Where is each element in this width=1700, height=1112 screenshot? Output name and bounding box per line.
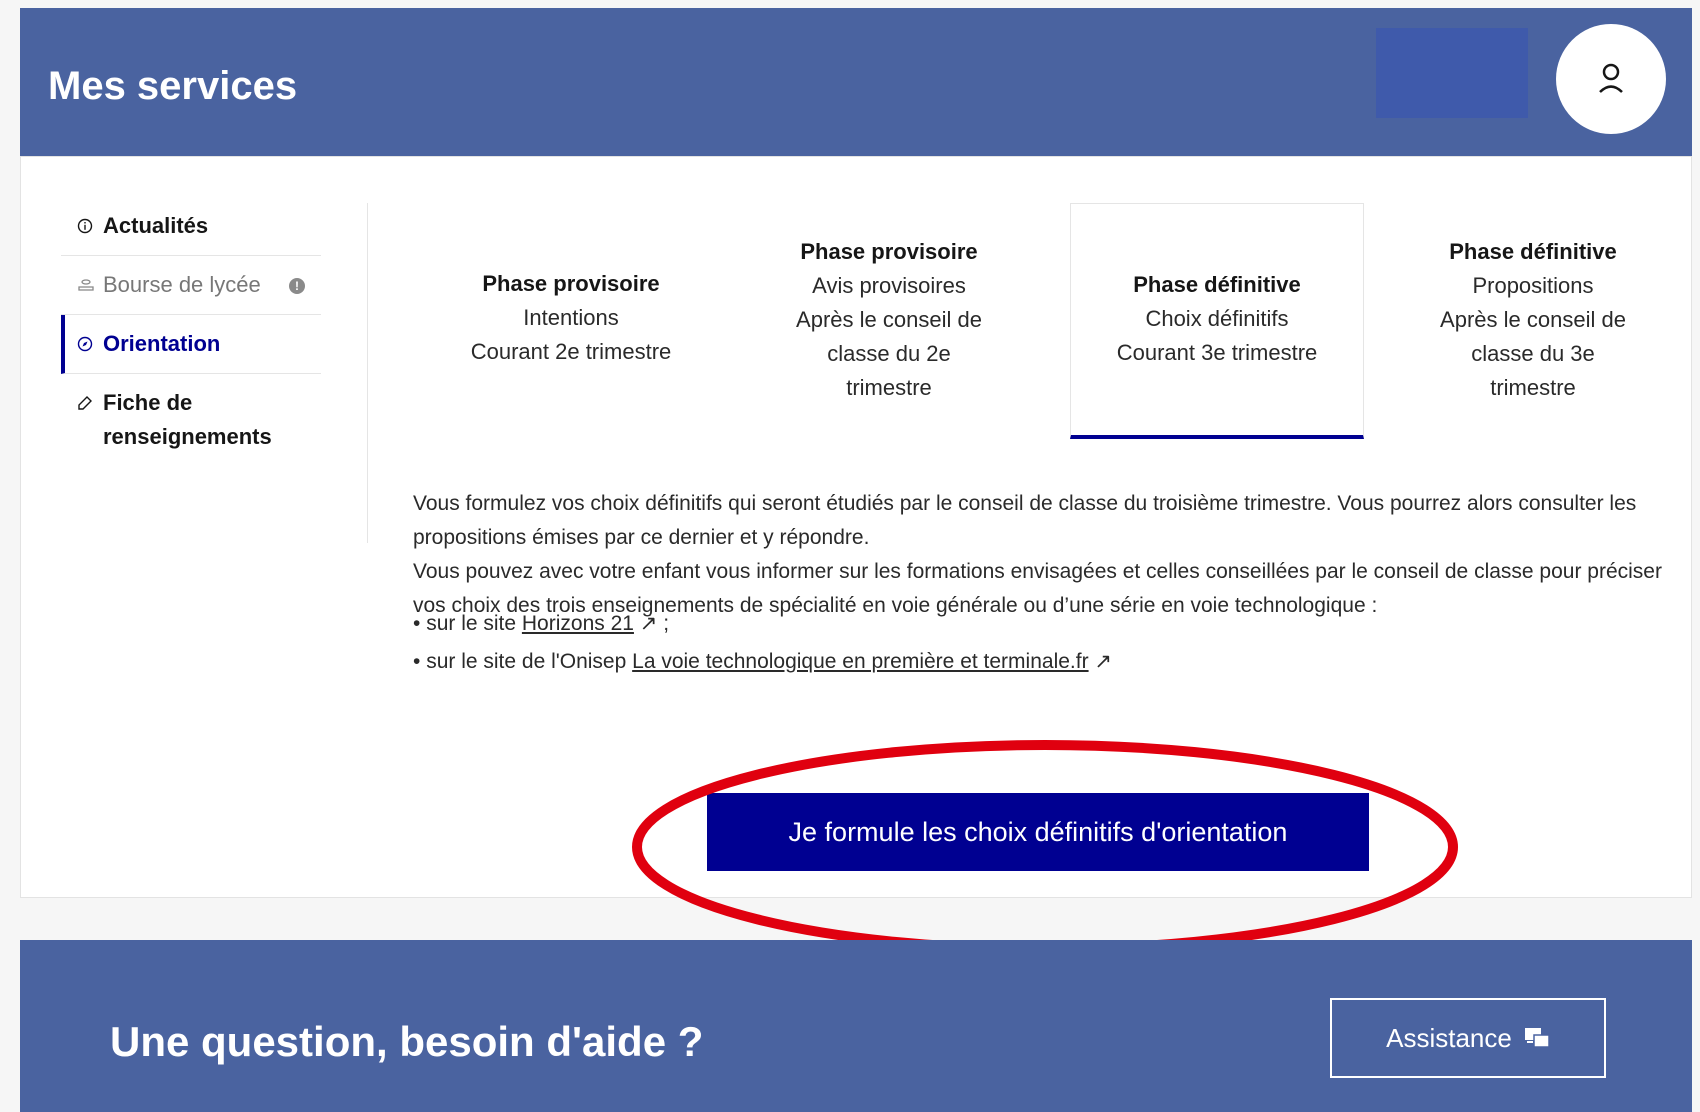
sidebar-item-label: Fiche de renseignements bbox=[103, 390, 272, 449]
sidebar-item-bourse[interactable]: Bourse de lycée ! bbox=[61, 256, 321, 315]
phase-tab-definitive-propositions[interactable]: Phase définitive Propositions Après le c… bbox=[1386, 203, 1680, 439]
assistance-label: Assistance bbox=[1386, 1022, 1512, 1053]
sidebar-nav: Actualités Bourse de lycée ! Orientation… bbox=[61, 197, 321, 466]
help-title: Une question, besoin d'aide ? bbox=[110, 1018, 704, 1065]
onisep-link[interactable]: La voie technologique en première et ter… bbox=[632, 650, 1088, 673]
link-suffix: ; bbox=[657, 612, 670, 635]
phase-line: classe du 2e bbox=[827, 341, 951, 366]
assistance-button[interactable]: Assistance bbox=[1330, 998, 1606, 1078]
sidebar-item-label: Bourse de lycée bbox=[103, 272, 261, 297]
sidebar-item-label: Orientation bbox=[103, 331, 221, 356]
phase-tab-provisoire-avis[interactable]: Phase provisoire Avis provisoires Après … bbox=[742, 203, 1036, 439]
resource-links: • sur le site Horizons 21 ↗ ; • sur le s… bbox=[413, 605, 1112, 681]
coins-icon bbox=[77, 268, 103, 293]
list-item: • sur le site Horizons 21 ↗ ; bbox=[413, 612, 670, 635]
info-circle-icon bbox=[77, 209, 103, 234]
phase-line: trimestre bbox=[1490, 375, 1576, 400]
phase-line: Après le conseil de bbox=[796, 307, 982, 332]
sidebar-divider bbox=[367, 203, 368, 543]
sidebar-item-actualites[interactable]: Actualités bbox=[61, 197, 321, 256]
user-icon bbox=[1599, 63, 1623, 93]
phase-tab-provisoire-intentions[interactable]: Phase provisoire Intentions Courant 2e t… bbox=[424, 203, 718, 439]
sidebar-item-label: Actualités bbox=[103, 213, 209, 238]
phase-line: Après le conseil de bbox=[1440, 307, 1626, 332]
formulate-choices-button[interactable]: Je formule les choix définitifs d'orient… bbox=[707, 793, 1369, 871]
phase-line: Propositions bbox=[1472, 273, 1594, 298]
phase-line: Avis provisoires bbox=[812, 273, 966, 298]
info-dot-icon[interactable]: ! bbox=[289, 278, 305, 294]
phase-line: classe du 3e bbox=[1471, 341, 1595, 366]
list-item: • sur le site de l'Onisep La voie techno… bbox=[413, 650, 1113, 673]
phase-tabs: Phase provisoire Intentions Courant 2e t… bbox=[424, 203, 1700, 439]
account-button[interactable] bbox=[1556, 24, 1666, 134]
compass-icon bbox=[77, 327, 103, 352]
sidebar-item-orientation[interactable]: Orientation bbox=[61, 315, 321, 374]
phase-line: trimestre bbox=[846, 375, 932, 400]
phase-line: Intentions bbox=[523, 305, 619, 330]
phase-tab-definitive-choix[interactable]: Phase définitive Choix définitifs Couran… bbox=[1070, 203, 1364, 439]
sidebar-item-fiche[interactable]: Fiche de renseignements bbox=[61, 374, 321, 466]
phase-title: Phase définitive bbox=[1449, 239, 1617, 264]
phase-line: Courant 2e trimestre bbox=[470, 339, 672, 364]
phase-line: Choix définitifs bbox=[1145, 306, 1289, 331]
orientation-card: Actualités Bourse de lycée ! Orientation… bbox=[20, 156, 1692, 954]
horizons21-link[interactable]: Horizons 21 bbox=[522, 612, 634, 635]
phase-title: Phase provisoire bbox=[482, 271, 660, 296]
link-prefix: sur le site de l'Onisep bbox=[426, 650, 633, 673]
link-prefix: sur le site bbox=[426, 612, 522, 635]
assistance-icon bbox=[1524, 1028, 1550, 1048]
description-paragraph: Vous formulez vos choix définitifs qui s… bbox=[413, 492, 1637, 549]
header-banner: Mes services bbox=[20, 8, 1692, 156]
phase-title: Phase définitive bbox=[1133, 272, 1301, 297]
help-banner: Une question, besoin d'aide ? Assistance bbox=[20, 940, 1692, 1112]
external-link-icon: ↗ bbox=[633, 612, 658, 635]
phase-title: Phase provisoire bbox=[800, 239, 978, 264]
header-block bbox=[1376, 28, 1528, 118]
edit-icon bbox=[77, 386, 103, 411]
phase-line: Courant 3e trimestre bbox=[1116, 340, 1318, 365]
external-link-icon: ↗ bbox=[1088, 650, 1113, 673]
page-title: Mes services bbox=[48, 64, 298, 108]
phase-description: Vous formulez vos choix définitifs qui s… bbox=[413, 487, 1663, 623]
